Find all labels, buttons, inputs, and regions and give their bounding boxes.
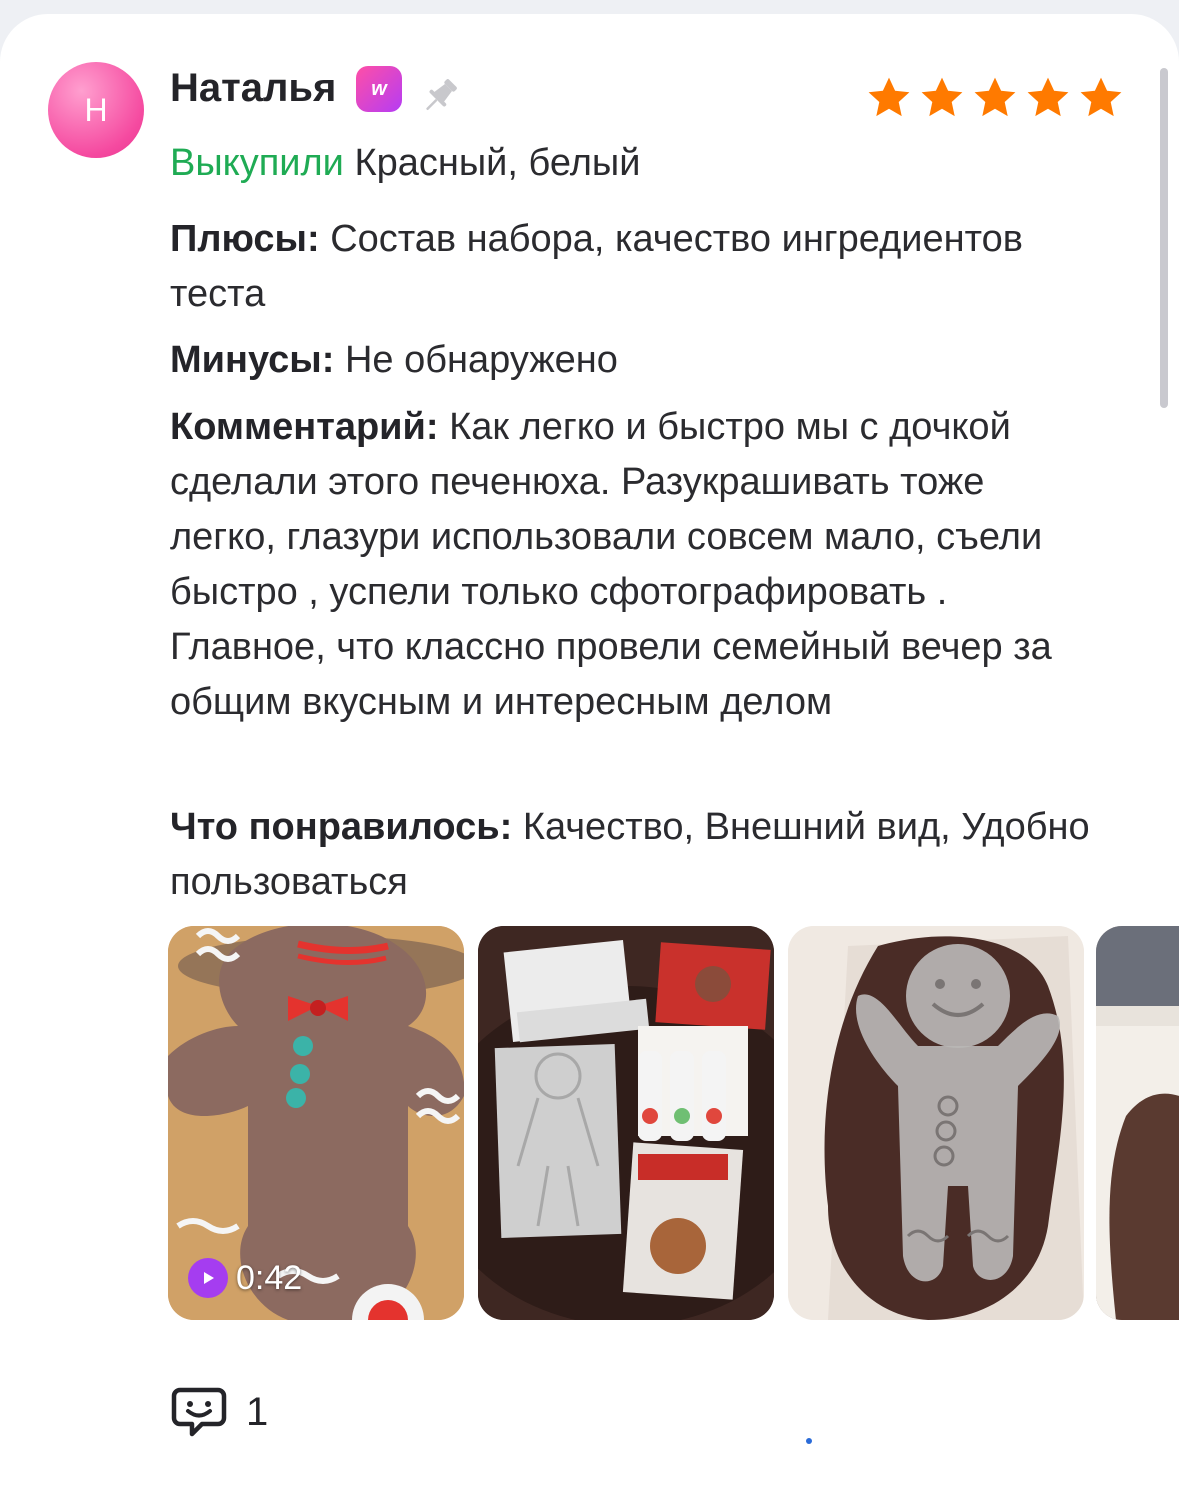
play-icon bbox=[188, 1258, 228, 1298]
pros-section: Плюсы: Состав набора, качество ингредиен… bbox=[170, 212, 1100, 322]
star-icon bbox=[868, 77, 910, 117]
comment-label: Комментарий: bbox=[170, 406, 439, 448]
wb-club-badge-icon: w bbox=[356, 66, 402, 112]
photo-thumbnail[interactable] bbox=[788, 926, 1084, 1320]
review-card: Н Наталья w Выкупили Красный, белый Плюс… bbox=[0, 14, 1179, 1488]
video-duration: 0:42 bbox=[236, 1258, 303, 1297]
cons-section: Минусы: Не обнаружено bbox=[170, 333, 1100, 388]
cons-label: Минусы: bbox=[170, 339, 335, 381]
liked-section: Что понравилось: Качество, Внешний вид, … bbox=[170, 800, 1100, 910]
stencil-on-dough-photo bbox=[788, 926, 1084, 1320]
purchase-status: Выкупили bbox=[170, 142, 344, 184]
pager-dot bbox=[806, 1438, 812, 1444]
scrollbar[interactable] bbox=[1160, 68, 1168, 408]
purchase-status-line: Выкупили Красный, белый bbox=[170, 142, 640, 185]
avatar-letter: Н bbox=[84, 91, 108, 128]
star-icon bbox=[1080, 77, 1122, 117]
liked-label: Что понравилось: bbox=[170, 806, 513, 848]
rating-stars bbox=[864, 74, 1126, 122]
product-color: Красный, белый bbox=[354, 142, 641, 184]
video-thumbnail[interactable]: 0:42 bbox=[168, 926, 464, 1320]
comments-button[interactable]: 1 bbox=[170, 1384, 268, 1440]
media-gallery[interactable]: 0:42 bbox=[168, 926, 1179, 1320]
pin-icon bbox=[426, 79, 457, 111]
partial-photo bbox=[1096, 926, 1179, 1320]
photo-thumbnail[interactable] bbox=[1096, 926, 1179, 1320]
kit-contents-photo bbox=[478, 926, 774, 1320]
avatar[interactable]: Н bbox=[48, 62, 144, 158]
author-name[interactable]: Наталья bbox=[170, 66, 336, 111]
star-icon bbox=[921, 77, 963, 117]
comment-count: 1 bbox=[246, 1389, 269, 1434]
star-icon bbox=[1027, 77, 1069, 117]
star-icon bbox=[974, 77, 1016, 117]
comment-bubble-icon bbox=[171, 1387, 227, 1437]
cons-text: Не обнаружено bbox=[344, 339, 618, 381]
comment-section: Комментарий: Как легко и быстро мы с доч… bbox=[170, 400, 1100, 730]
photo-thumbnail[interactable] bbox=[478, 926, 774, 1320]
comment-text: Как легко и быстро мы с дочкой сделали э… bbox=[170, 406, 1052, 723]
pros-label: Плюсы: bbox=[170, 218, 320, 260]
video-duration-badge: 0:42 bbox=[188, 1258, 302, 1298]
